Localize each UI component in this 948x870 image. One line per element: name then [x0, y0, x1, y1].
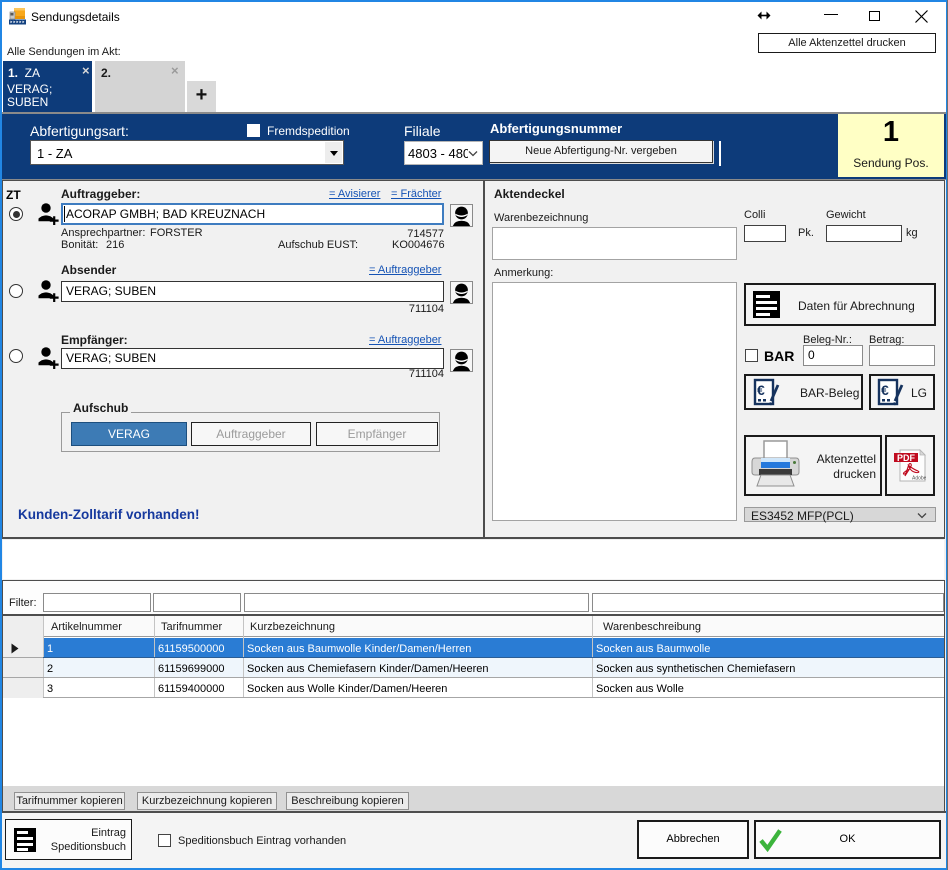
svg-text:Adobe: Adobe [912, 476, 926, 482]
svg-text:PDF: PDF [897, 453, 916, 463]
svg-text:€: € [757, 382, 765, 398]
svg-text:€: € [881, 382, 889, 398]
